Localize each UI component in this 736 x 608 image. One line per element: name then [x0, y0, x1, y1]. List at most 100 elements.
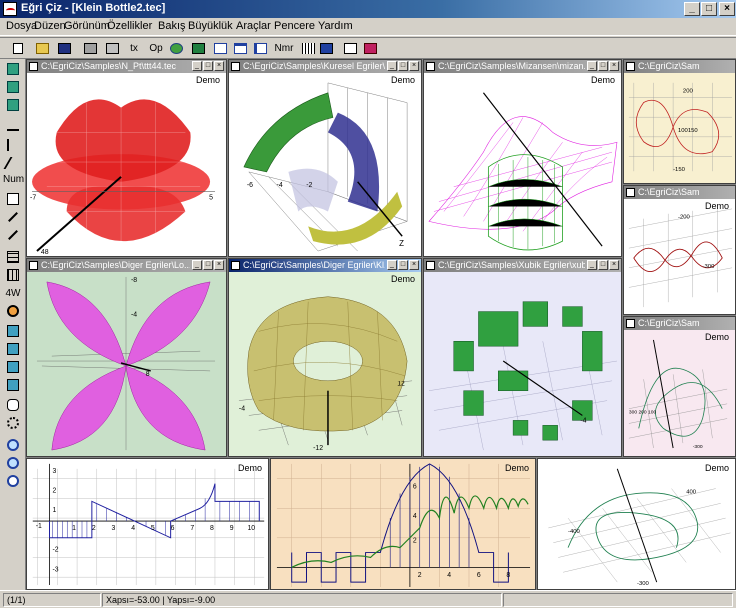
- menu-dosya[interactable]: Dosya: [6, 20, 37, 32]
- menu-bakis[interactable]: Bakış: [158, 20, 186, 32]
- subwindow-spherical[interactable]: C:\EgriCiz\Samples\Kuresel Egriler\... _ □…: [228, 59, 422, 257]
- subwindow-right-middle[interactable]: C:\EgriCiz\Samples\... -200 -300 Demo: [623, 185, 736, 315]
- help-button[interactable]: [340, 40, 360, 58]
- plot-area[interactable]: 300 200 100 -300: [624, 330, 735, 456]
- sub-minimize-button[interactable]: _: [387, 61, 397, 71]
- menu-araclar[interactable]: Araçlar: [236, 20, 271, 32]
- timer-button[interactable]: [3, 303, 23, 321]
- plot-area[interactable]: -1 1 2 3 4 5 6 7 8 9 10 3 2 1 -2 -3: [27, 459, 268, 589]
- fourw-button[interactable]: 4W: [3, 285, 23, 303]
- plot-area[interactable]: -400 400 -300: [538, 459, 735, 589]
- maximize-button[interactable]: □: [701, 2, 717, 16]
- sub-maximize-button[interactable]: □: [203, 260, 213, 270]
- tile-vertical-button[interactable]: [250, 40, 270, 58]
- sub-close-button[interactable]: ×: [609, 260, 619, 270]
- subwindow-title-bar[interactable]: C:\EgriCiz\Samples\N_Pt\ttt44.tec _ □ ×: [27, 60, 226, 73]
- subwindow-2d-plot[interactable]: -1 1 2 3 4 5 6 7 8 9 10 3 2 1 -2 -3 Demo: [26, 458, 269, 590]
- op-button[interactable]: Op: [145, 40, 167, 58]
- zoom-in-button[interactable]: [3, 437, 23, 455]
- axis-x-button[interactable]: [3, 119, 23, 137]
- subwindow-top-right[interactable]: C:\EgriCiz\Samples\... 200 100150 -150: [623, 59, 736, 184]
- sub-maximize-button[interactable]: □: [203, 61, 213, 71]
- axis-y-button[interactable]: [3, 137, 23, 155]
- plot-area[interactable]: -200 -300: [624, 199, 735, 314]
- sub-maximize-button[interactable]: □: [598, 61, 608, 71]
- sub-maximize-button[interactable]: □: [598, 260, 608, 270]
- subwindow-title-bar[interactable]: C:\EgriCiz\Samples\Diger Egriler\Lo... _ □…: [27, 259, 226, 272]
- plot-area[interactable]: -7 5 48: [27, 73, 226, 256]
- tx-button[interactable]: tx: [124, 40, 144, 58]
- subwindow-title-bar[interactable]: C:\EgriCiz\Samples\...: [624, 186, 735, 199]
- open-file-button[interactable]: [32, 40, 52, 58]
- sub-minimize-button[interactable]: _: [192, 61, 202, 71]
- menu-duzen[interactable]: Düzen: [34, 20, 66, 32]
- sub-maximize-button[interactable]: □: [398, 61, 408, 71]
- subwindow-red-surface[interactable]: C:\EgriCiz\Samples\N_Pt\ttt44.tec _ □ × -7 5…: [26, 59, 227, 257]
- calculator-button[interactable]: [316, 40, 336, 58]
- screen-button[interactable]: [188, 40, 208, 58]
- view-side-button[interactable]: [3, 97, 23, 115]
- save-button[interactable]: [54, 40, 74, 58]
- subwindow-title-bar[interactable]: C:\EgriCiz\Samples\Kuresel Egriler\... _ □…: [229, 60, 421, 73]
- subwindow-3d-grid-curve[interactable]: -400 400 -300 Demo: [537, 458, 736, 590]
- book-button[interactable]: [360, 40, 380, 58]
- grid-button[interactable]: [298, 40, 318, 58]
- plot-area[interactable]: -6 -4 -2 Z: [229, 73, 421, 256]
- globe-button[interactable]: [166, 40, 186, 58]
- line-button[interactable]: [3, 209, 23, 227]
- app-icon[interactable]: [3, 2, 17, 16]
- print-preview-button[interactable]: [102, 40, 122, 58]
- subwindow-pink-flower[interactable]: C:\EgriCiz\Samples\Diger Egriler\Lo... _ □…: [26, 258, 227, 457]
- sub-close-button[interactable]: ×: [609, 61, 619, 71]
- new-file-button[interactable]: [8, 40, 28, 58]
- subwindow-right-bottom[interactable]: C:\EgriCiz\Samples\... 300 200 100 -300 D…: [623, 316, 736, 457]
- plot-area[interactable]: -4: [424, 272, 621, 456]
- plot-area[interactable]: 2 4 6 8 6 4 2: [271, 459, 535, 589]
- pan-button[interactable]: [3, 397, 23, 415]
- plot-area[interactable]: -8 -4 8: [27, 272, 226, 456]
- menu-yardim[interactable]: Yardım: [318, 20, 353, 32]
- plot-area[interactable]: [424, 73, 621, 256]
- subwindow-title-bar[interactable]: C:\EgriCiz\Samples\...: [624, 317, 735, 330]
- dash-line-button[interactable]: [3, 227, 23, 245]
- subwindow-title-bar[interactable]: C:\EgriCiz\Samples\Diger Egriler\Kl... _ □…: [229, 259, 421, 272]
- menu-gorunum[interactable]: Görünüm: [64, 20, 110, 32]
- perspective-button[interactable]: [3, 267, 23, 285]
- cascade-button[interactable]: [210, 40, 230, 58]
- surface-button[interactable]: [3, 249, 23, 267]
- zoom-button[interactable]: [3, 473, 23, 491]
- zoom-out-button[interactable]: [3, 455, 23, 473]
- new-page-button[interactable]: [3, 191, 23, 209]
- num-button[interactable]: Num: [3, 171, 24, 189]
- subwindow-mizansen[interactable]: C:\EgriCiz\Samples\Mizansen\mizan... _ □ × …: [423, 59, 622, 257]
- menu-pencere[interactable]: Pencere: [274, 20, 315, 32]
- subwindow-title-bar[interactable]: C:\EgriCiz\Samples\Xubik Egriler\xub... _…: [424, 259, 621, 272]
- plot-area[interactable]: 200 100150 -150: [624, 73, 735, 183]
- plot-area[interactable]: -4 12 -12: [229, 272, 421, 456]
- sub-close-button[interactable]: ×: [214, 260, 224, 270]
- view-3d-button[interactable]: [3, 61, 23, 79]
- sub-close-button[interactable]: ×: [409, 61, 419, 71]
- subwindow-title-bar[interactable]: C:\EgriCiz\Samples\...: [624, 60, 735, 73]
- subwindow-oscillation[interactable]: 2 4 6 8 6 4 2 Demo: [270, 458, 536, 590]
- cube-copy-button[interactable]: [3, 323, 23, 341]
- subwindow-klein-bottle[interactable]: C:\EgriCiz\Samples\Diger Egriler\Kl... _ □…: [228, 258, 422, 457]
- print-button[interactable]: [80, 40, 100, 58]
- rotate-button[interactable]: [3, 415, 23, 433]
- sub-minimize-button[interactable]: _: [192, 260, 202, 270]
- cube-stack-button[interactable]: [3, 377, 23, 395]
- sub-minimize-button[interactable]: _: [387, 260, 397, 270]
- sub-maximize-button[interactable]: □: [398, 260, 408, 270]
- close-button[interactable]: ×: [719, 2, 735, 16]
- rotate-3d-button[interactable]: [3, 79, 23, 97]
- menu-ozellikler[interactable]: Özellikler: [107, 20, 152, 32]
- cube-paste-button[interactable]: [3, 341, 23, 359]
- sub-minimize-button[interactable]: _: [587, 61, 597, 71]
- tile-horizontal-button[interactable]: [230, 40, 250, 58]
- sub-close-button[interactable]: ×: [214, 61, 224, 71]
- menu-buyukluk[interactable]: Büyüklük: [188, 20, 233, 32]
- subwindow-cubes[interactable]: C:\EgriCiz\Samples\Xubik Egriler\xub... _…: [423, 258, 622, 457]
- minimize-button[interactable]: _: [684, 2, 700, 16]
- subwindow-title-bar[interactable]: C:\EgriCiz\Samples\Mizansen\mizan... _ □ ×: [424, 60, 621, 73]
- nmr-button[interactable]: Nmr: [272, 40, 296, 58]
